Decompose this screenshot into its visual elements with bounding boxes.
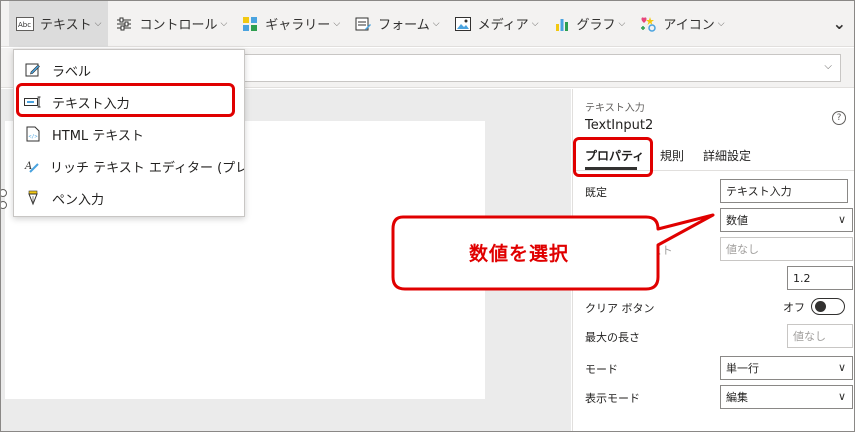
tab-rules[interactable]: 規則: [660, 147, 684, 164]
help-icon[interactable]: ?: [832, 111, 846, 125]
menu-item-rich-text-text: リッチ テキスト エディター (プレビ: [50, 160, 244, 176]
chevron-down-icon: ∨: [837, 213, 846, 226]
lineheight-field[interactable]: 1.2: [787, 266, 853, 290]
ribbon-chart-button[interactable]: グラフ ⌵: [546, 1, 633, 47]
chevron-down-icon[interactable]: ⌵: [824, 61, 832, 72]
menu-item-pen-input-text: ペン入力: [52, 192, 105, 208]
abc-text-icon: Abc: [16, 16, 34, 32]
gallery-icon: [241, 16, 259, 32]
ribbon-media-label: メディア: [477, 18, 529, 33]
menu-item-text-input[interactable]: テキスト入力: [14, 86, 244, 118]
icons-icon: [639, 16, 657, 32]
menu-item-label[interactable]: ラベル: [14, 54, 244, 86]
lineheight-label: 行の高さ: [585, 273, 629, 286]
active-tab-indicator: [585, 167, 637, 170]
menu-item-html-text[interactable]: </> HTML テキスト: [14, 118, 244, 150]
chart-icon: [553, 16, 571, 32]
html-text-icon: </>: [24, 125, 42, 143]
toggle-knob: [815, 301, 826, 312]
prop-row-default: 既定 テキスト入力: [573, 176, 854, 205]
mode-dropdown[interactable]: 単一行 ∨: [720, 356, 853, 380]
default-value-field[interactable]: テキスト入力: [720, 179, 848, 203]
pane-tabs: プロパティ 規則 詳細設定: [573, 139, 854, 171]
hint-label: ヒントのテキスト: [585, 244, 673, 257]
control-name[interactable]: TextInput2: [585, 118, 653, 133]
format-value: 数値: [726, 214, 748, 227]
ribbon-icons-button[interactable]: アイコン ⌵: [632, 1, 731, 47]
form-icon: [354, 16, 372, 32]
prop-row-maxlength: 最大の長さ 値なし: [573, 321, 854, 350]
more-chevron-icon[interactable]: ⌄: [833, 14, 846, 33]
sliders-icon: [115, 16, 133, 32]
chevron-down-icon: ⌵: [94, 18, 102, 29]
maxlength-field[interactable]: 値なし: [787, 324, 853, 348]
ribbon-controls-label: コントロール: [139, 18, 218, 33]
insert-ribbon: Abc テキスト ⌵ コントロール ⌵ ギャラリー ⌵ フォーム ⌵ メディア …: [1, 1, 854, 47]
prop-row-mode: モード 単一行 ∨: [573, 353, 854, 382]
image-icon: [454, 16, 472, 32]
tab-advanced[interactable]: 詳細設定: [703, 147, 751, 164]
menu-item-rich-text[interactable]: A リッチ テキスト エディター (プレビ: [14, 150, 244, 182]
callout-text: 数値を選択: [469, 243, 570, 265]
chevron-down-icon: ⌵: [333, 18, 341, 29]
chevron-down-icon: ⌵: [432, 18, 440, 29]
prop-row-clear-button: クリア ボタン オフ: [573, 292, 854, 321]
format-label: 書式: [585, 215, 607, 228]
tab-properties[interactable]: プロパティ: [585, 147, 644, 164]
default-label: 既定: [585, 186, 607, 199]
pen-input-icon: [24, 189, 42, 207]
chevron-down-icon: ⌵: [618, 18, 626, 29]
displaymode-value: 編集: [726, 391, 748, 404]
menu-item-label-text: ラベル: [52, 64, 92, 80]
menu-item-html-text-text: HTML テキスト: [52, 128, 144, 144]
ribbon-text-label: テキスト: [40, 18, 92, 33]
app-window: Abc テキスト ⌵ コントロール ⌵ ギャラリー ⌵ フォーム ⌵ メディア …: [0, 0, 855, 432]
rich-text-icon: A: [24, 157, 40, 175]
properties-pane: テキスト入力 TextInput2 ? プロパティ 規則 詳細設定 既定 テキス…: [572, 89, 854, 431]
chevron-down-icon: ⌵: [717, 18, 725, 29]
chevron-down-icon: ⌵: [220, 18, 228, 29]
text-insert-menu: ラベル テキスト入力 </> HTML テキスト A リッチ テキスト エディタ…: [13, 49, 245, 217]
svg-text:Abc: Abc: [18, 21, 31, 29]
ribbon-gallery-button[interactable]: ギャラリー ⌵: [234, 1, 347, 47]
formula-input[interactable]: ⌵: [241, 54, 841, 82]
maxlength-label: 最大の長さ: [585, 331, 640, 344]
edit-label-icon: [24, 61, 42, 79]
format-dropdown[interactable]: 数値 ∨: [720, 208, 853, 232]
chevron-down-icon: ∨: [837, 361, 846, 374]
menu-item-text-input-text: テキスト入力: [52, 96, 130, 112]
text-input-icon: [24, 93, 42, 111]
ribbon-controls-button[interactable]: コントロール ⌵: [108, 1, 234, 47]
ribbon-form-button[interactable]: フォーム ⌵: [347, 1, 446, 47]
prop-row-displaymode: 表示モード 編集 ∨: [573, 382, 854, 411]
ribbon-icons-label: アイコン: [663, 18, 715, 33]
ribbon-form-label: フォーム: [378, 18, 430, 33]
menu-item-pen-input[interactable]: ペン入力: [14, 182, 244, 214]
svg-text:</>: </>: [29, 134, 38, 140]
displaymode-dropdown[interactable]: 編集 ∨: [720, 385, 853, 409]
ribbon-gallery-label: ギャラリー: [265, 18, 331, 33]
prop-row-lineheight: 行の高さ 1.2: [573, 263, 854, 292]
ribbon-media-button[interactable]: メディア ⌵: [447, 1, 546, 47]
clear-button-toggle-wrap: オフ: [783, 298, 845, 315]
clear-button-label: クリア ボタン: [585, 302, 655, 315]
displaymode-label: 表示モード: [585, 392, 640, 405]
ribbon-text-button[interactable]: Abc テキスト ⌵: [9, 1, 109, 47]
prop-row-hint: ヒントのテキスト 値なし: [573, 234, 854, 263]
chevron-down-icon: ⌵: [531, 18, 539, 29]
chevron-down-icon: ∨: [837, 390, 846, 403]
clear-toggle-state: オフ: [783, 300, 805, 314]
mode-value: 単一行: [726, 362, 759, 375]
prop-row-format: 書式 数値 ∨: [573, 205, 854, 234]
clear-button-toggle[interactable]: [811, 298, 845, 315]
hint-text-field[interactable]: 値なし: [720, 237, 853, 261]
control-type-label: テキスト入力: [585, 103, 645, 114]
ribbon-chart-label: グラフ: [576, 18, 616, 33]
mode-label: モード: [585, 363, 618, 376]
